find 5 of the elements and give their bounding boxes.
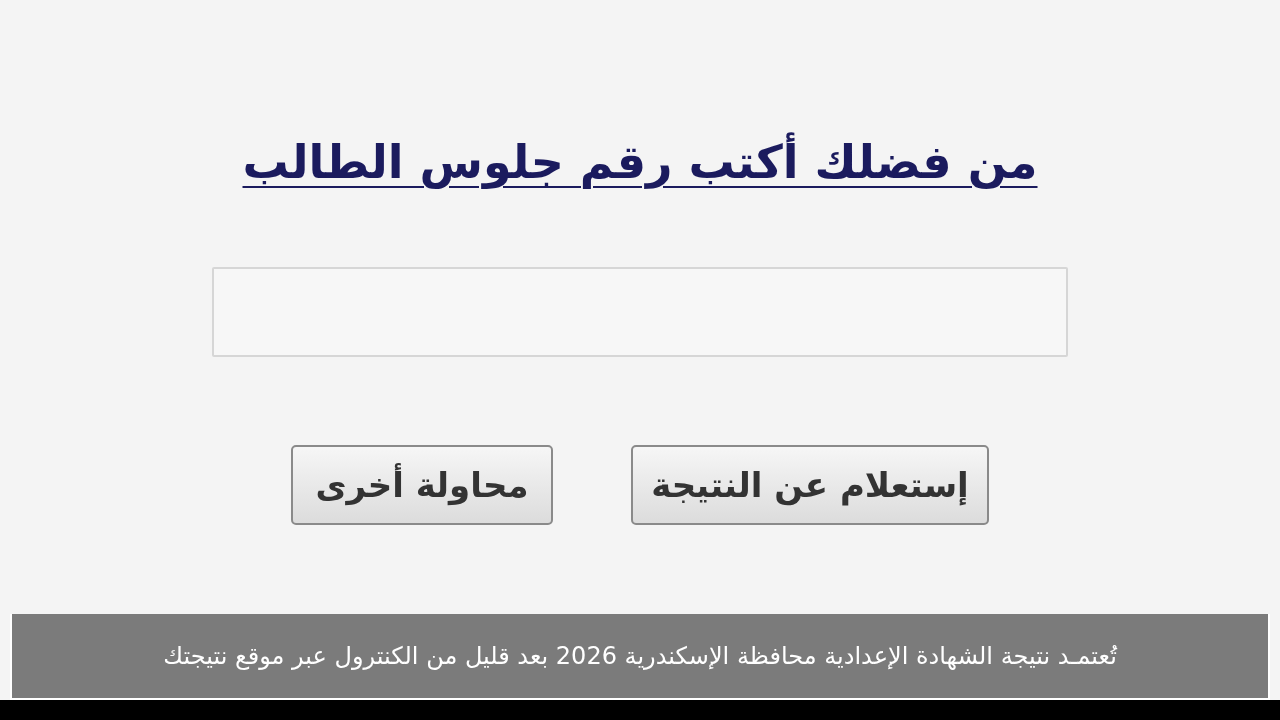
retry-button[interactable]: محاولة أخرى: [291, 445, 553, 525]
page-heading: من فضلك أكتب رقم جلوس الطالب: [242, 128, 1038, 197]
seat-number-field[interactable]: [212, 267, 1068, 357]
caption-text: تُعتمـد نتيجة الشهادة الإعدادية محافظة الإسكندرية 2026 بعد قليل من الكنترول عبر موقع نتيجتك: [10, 614, 1270, 700]
inquire-button[interactable]: إستعلام عن النتيجة: [631, 445, 989, 525]
